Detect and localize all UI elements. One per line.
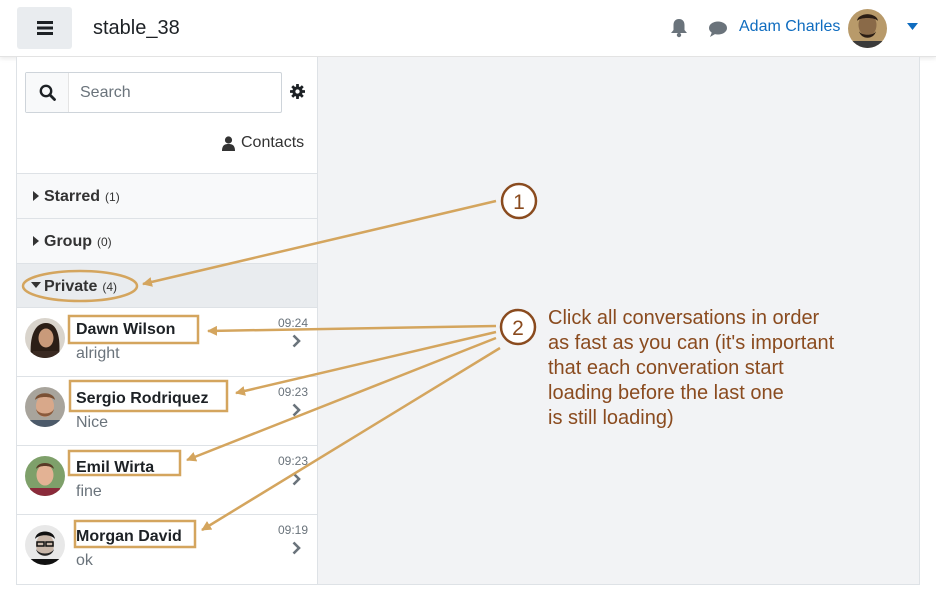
highlight-morgan-david	[73, 519, 197, 549]
highlight-dawn-wilson	[67, 314, 200, 345]
arrow-2c	[186, 336, 497, 462]
annotation-overlay: 1 2	[21, 182, 538, 549]
note-line: loading before the last one	[548, 382, 784, 404]
arrow-2d	[201, 346, 501, 532]
arrow-1	[142, 199, 497, 287]
arrow-2a	[207, 324, 497, 336]
note-line: Click all conversations in order	[548, 307, 820, 329]
note-line: that each converation start	[548, 357, 784, 379]
marker-label-2: 2	[512, 317, 524, 340]
highlight-sergio-rodriquez	[68, 379, 229, 413]
note-line: as fast as you can (it's important	[548, 332, 835, 354]
note-line: is still loading)	[548, 407, 674, 429]
arrow-2b	[235, 330, 497, 396]
marker-label-1: 1	[513, 191, 525, 214]
highlight-emil-wirta	[67, 449, 182, 477]
highlight-private-section	[21, 269, 139, 303]
annotation-note: Click all conversations in order as fast…	[548, 306, 918, 431]
